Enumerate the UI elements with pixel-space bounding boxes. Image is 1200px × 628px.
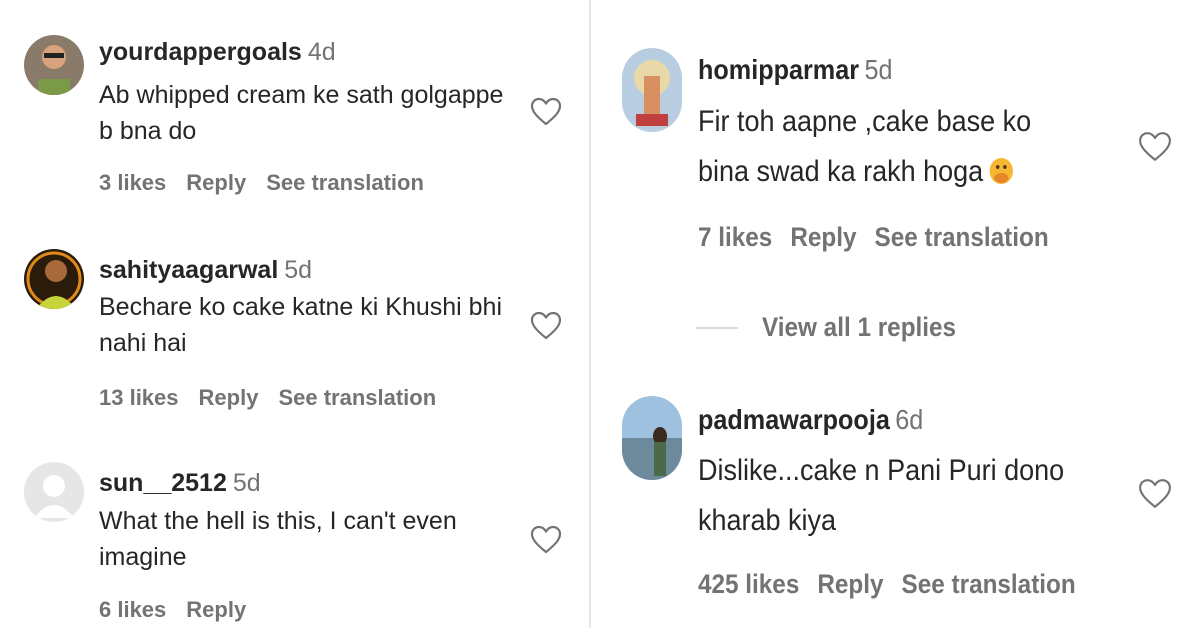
comment-text: Ab whipped cream ke sath golgappe b bna …: [99, 81, 504, 145]
replies-line: [696, 326, 738, 329]
reply-button[interactable]: Reply: [790, 222, 856, 252]
comment-item: sahityaagarwal 5d Bechare ko cake katne k…: [0, 210, 590, 425]
view-replies-label: View all 1 replies: [762, 312, 957, 342]
reply-button[interactable]: Reply: [817, 569, 883, 599]
comment-text: Fir toh aapne ,cake base ko bina swad ka…: [698, 97, 1076, 197]
avatar[interactable]: [24, 249, 84, 309]
comment-text: What the hell is this, I can't even imag…: [99, 507, 457, 571]
reply-button[interactable]: Reply: [186, 170, 246, 195]
likes-count: 13 likes: [99, 385, 179, 410]
heart-outline-icon[interactable]: [530, 97, 562, 127]
avatar[interactable]: [24, 35, 84, 95]
see-translation-button[interactable]: See translation: [902, 569, 1076, 599]
likes-count: 6 likes: [99, 597, 167, 622]
comment-username[interactable]: sun__2512: [99, 469, 227, 497]
view-replies-button[interactable]: View all 1 replies: [696, 312, 978, 343]
see-translation-button[interactable]: See translation: [874, 222, 1048, 252]
comment-time: 6d: [895, 404, 924, 435]
comment-username[interactable]: yourdappergoals: [99, 38, 302, 66]
avatar[interactable]: [622, 396, 682, 480]
avatar[interactable]: [24, 462, 84, 522]
comment-item: homipparmar 5d Fir toh aapne ,cake base k…: [592, 0, 1200, 290]
see-translation-button[interactable]: See translation: [278, 385, 436, 410]
see-translation-button[interactable]: See translation: [266, 170, 424, 195]
reply-button[interactable]: Reply: [199, 385, 259, 410]
comment-item: padmawarpooja 6d Dislike...cake n Pani Pu…: [592, 380, 1200, 628]
comments-column-left: yourdappergoals 4d Ab whipped cream ke sa…: [0, 0, 590, 628]
comment-text: Dislike...cake n Pani Puri dono kharab k…: [698, 454, 1065, 537]
comment-time: 4d: [307, 38, 336, 66]
column-divider: [589, 0, 591, 628]
comment-time: 5d: [864, 54, 893, 85]
likes-count: 425 likes: [698, 569, 800, 599]
reply-button[interactable]: Reply: [186, 597, 246, 622]
comment-item: sun__2512 5d What the hell is this, I can…: [0, 425, 590, 628]
heart-outline-icon[interactable]: [530, 311, 562, 341]
comment-time: 5d: [284, 256, 313, 284]
comment-username[interactable]: padmawarpooja: [698, 404, 890, 435]
comment-text: Bechare ko cake katne ki Khushi bhi nahi…: [99, 293, 503, 357]
comment-username[interactable]: homipparmar: [698, 54, 859, 85]
likes-count: 3 likes: [99, 170, 167, 195]
comment-text-content: Fir toh aapne ,cake base ko bina swad ka…: [698, 105, 1032, 188]
heart-outline-icon[interactable]: [530, 525, 562, 555]
heart-outline-icon[interactable]: [1138, 477, 1172, 511]
avatar[interactable]: [622, 48, 682, 132]
face-with-hand-over-mouth-emoji: [989, 151, 1014, 184]
comment-item: yourdappergoals 4d Ab whipped cream ke sa…: [0, 0, 590, 210]
comments-column-right: homipparmar 5d Fir toh aapne ,cake base k…: [592, 0, 1200, 628]
comment-username[interactable]: sahityaagarwal: [99, 256, 278, 284]
comment-time: 5d: [232, 469, 261, 497]
likes-count: 7 likes: [698, 222, 773, 252]
heart-outline-icon[interactable]: [1138, 130, 1172, 164]
